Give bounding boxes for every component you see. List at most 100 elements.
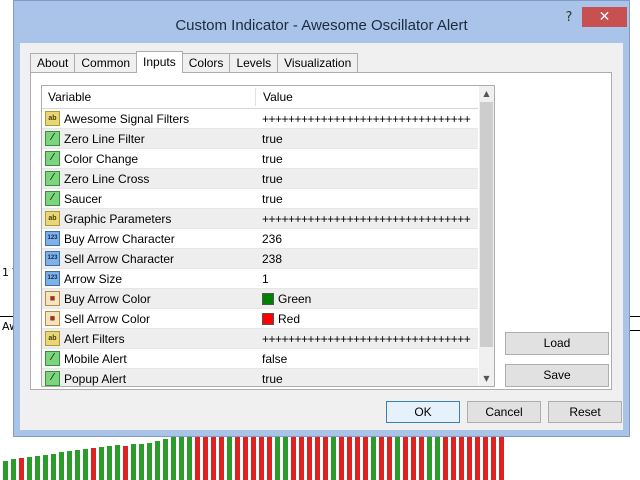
- row-value[interactable]: false: [262, 352, 287, 366]
- table-row[interactable]: 123 Buy Arrow Character 236: [42, 229, 478, 249]
- row-value[interactable]: 236: [262, 232, 282, 246]
- histogram-bar: [283, 434, 288, 480]
- row-variable-name: Popup Alert: [64, 372, 127, 386]
- reset-button[interactable]: Reset: [548, 401, 622, 423]
- scroll-thumb[interactable]: [480, 102, 493, 347]
- histogram-bar: [459, 434, 464, 480]
- grid-scrollbar[interactable]: ▲ ▼: [479, 86, 494, 386]
- histogram-bar: [59, 452, 64, 480]
- row-value[interactable]: true: [262, 192, 283, 206]
- histogram-bar: [171, 437, 176, 480]
- histogram-bar: [395, 434, 400, 480]
- histogram-bar: [139, 444, 144, 480]
- table-row[interactable]: ab Awesome Signal Filters ++++++++++++++++…: [42, 109, 478, 129]
- cancel-button[interactable]: Cancel: [467, 401, 541, 423]
- histogram-bar: [67, 451, 72, 480]
- histogram-bar: [339, 434, 344, 480]
- histogram-bar: [323, 434, 328, 480]
- row-value[interactable]: true: [262, 372, 283, 386]
- save-button[interactable]: Save: [505, 364, 609, 387]
- histogram-bar: [179, 435, 184, 480]
- row-value[interactable]: true: [262, 152, 283, 166]
- table-row[interactable]: 123 Arrow Size 1: [42, 269, 478, 289]
- histogram-bar: [107, 446, 112, 480]
- row-variable-name: Saucer: [64, 192, 103, 206]
- bool-type-icon: ⁄: [45, 151, 60, 166]
- table-row[interactable]: ab Graphic Parameters ++++++++++++++++++++…: [42, 209, 478, 229]
- ok-button[interactable]: OK: [386, 401, 460, 423]
- grid-rows: ab Awesome Signal Filters ++++++++++++++++…: [42, 109, 478, 386]
- close-button[interactable]: ✕: [582, 7, 627, 27]
- histogram-bar: [235, 434, 240, 480]
- histogram-bar: [443, 434, 448, 480]
- histogram-bar: [491, 434, 496, 480]
- row-value[interactable]: true: [262, 132, 283, 146]
- tab-strip: About Common Inputs Colors Levels Visual…: [30, 51, 359, 73]
- oscillator-histogram: [0, 430, 640, 480]
- table-row[interactable]: ⁄ Zero Line Cross true: [42, 169, 478, 189]
- tab-colors[interactable]: Colors: [181, 53, 231, 72]
- table-row[interactable]: ■ Sell Arrow Color Red: [42, 309, 478, 329]
- row-value[interactable]: ++++++++++++++++++++++++++++++++: [262, 112, 471, 126]
- table-row[interactable]: ■ Buy Arrow Color Green: [42, 289, 478, 309]
- scroll-down-icon[interactable]: ▼: [479, 371, 494, 386]
- integer-type-icon: 123: [45, 251, 60, 266]
- table-row[interactable]: ab Alert Filters +++++++++++++++++++++++++…: [42, 329, 478, 349]
- table-row[interactable]: ⁄ Mobile Alert false: [42, 349, 478, 369]
- scroll-up-icon[interactable]: ▲: [479, 86, 494, 101]
- bool-type-icon: ⁄: [45, 371, 60, 386]
- row-value[interactable]: Red: [262, 312, 300, 326]
- table-row[interactable]: ⁄ Popup Alert true: [42, 369, 478, 386]
- chart-divider-right: [630, 316, 640, 317]
- header-variable[interactable]: Variable: [48, 90, 91, 104]
- row-value[interactable]: 1: [262, 272, 269, 286]
- histogram-bar: [91, 448, 96, 480]
- tab-about[interactable]: About: [30, 53, 76, 72]
- row-variable-name: Buy Arrow Character: [64, 232, 175, 246]
- inputs-grid: Variable Value ab Awesome Signal Filters +…: [41, 85, 495, 387]
- integer-type-icon: 123: [45, 231, 60, 246]
- histogram-bar: [347, 434, 352, 480]
- table-row[interactable]: ⁄ Color Change true: [42, 149, 478, 169]
- inputs-panel: Variable Value ab Awesome Signal Filters +…: [30, 72, 612, 390]
- help-button[interactable]: ?: [556, 7, 582, 27]
- tab-visualization[interactable]: Visualization: [277, 53, 359, 72]
- row-variable-name: Sell Arrow Character: [64, 252, 175, 266]
- histogram-bar: [267, 434, 272, 480]
- histogram-bar: [387, 434, 392, 480]
- row-variable-name: Mobile Alert: [64, 352, 127, 366]
- histogram-bar: [43, 455, 48, 480]
- row-value[interactable]: ++++++++++++++++++++++++++++++++: [262, 212, 471, 226]
- tab-levels[interactable]: Levels: [229, 53, 279, 72]
- window-title: Custom Indicator - Awesome Oscillator Al…: [175, 17, 468, 34]
- row-value[interactable]: true: [262, 172, 283, 186]
- string-type-icon: ab: [45, 111, 60, 126]
- tab-inputs[interactable]: Inputs: [136, 51, 183, 73]
- histogram-bar: [195, 434, 200, 480]
- row-value[interactable]: ++++++++++++++++++++++++++++++++: [262, 332, 471, 346]
- load-button[interactable]: Load: [505, 332, 609, 355]
- histogram-bar: [291, 434, 296, 480]
- histogram-bar: [315, 434, 320, 480]
- bool-type-icon: ⁄: [45, 191, 60, 206]
- table-row[interactable]: ⁄ Saucer true: [42, 189, 478, 209]
- histogram-bar: [155, 441, 160, 480]
- table-row[interactable]: 123 Sell Arrow Character 238: [42, 249, 478, 269]
- header-value[interactable]: Value: [263, 90, 293, 104]
- histogram-bar: [403, 434, 408, 480]
- row-value[interactable]: Green: [262, 292, 311, 306]
- color-type-icon: ■: [45, 311, 60, 326]
- histogram-bar: [115, 445, 120, 480]
- histogram-bar: [331, 434, 336, 480]
- histogram-bar: [131, 444, 136, 480]
- histogram-bar: [427, 434, 432, 480]
- row-variable-name: Buy Arrow Color: [64, 292, 151, 306]
- histogram-bar: [203, 434, 208, 480]
- histogram-bar: [435, 434, 440, 480]
- table-row[interactable]: ⁄ Zero Line Filter true: [42, 129, 478, 149]
- string-type-icon: ab: [45, 331, 60, 346]
- row-value[interactable]: 238: [262, 252, 282, 266]
- histogram-bar: [419, 434, 424, 480]
- tab-common[interactable]: Common: [74, 53, 138, 72]
- histogram-bar: [227, 434, 232, 480]
